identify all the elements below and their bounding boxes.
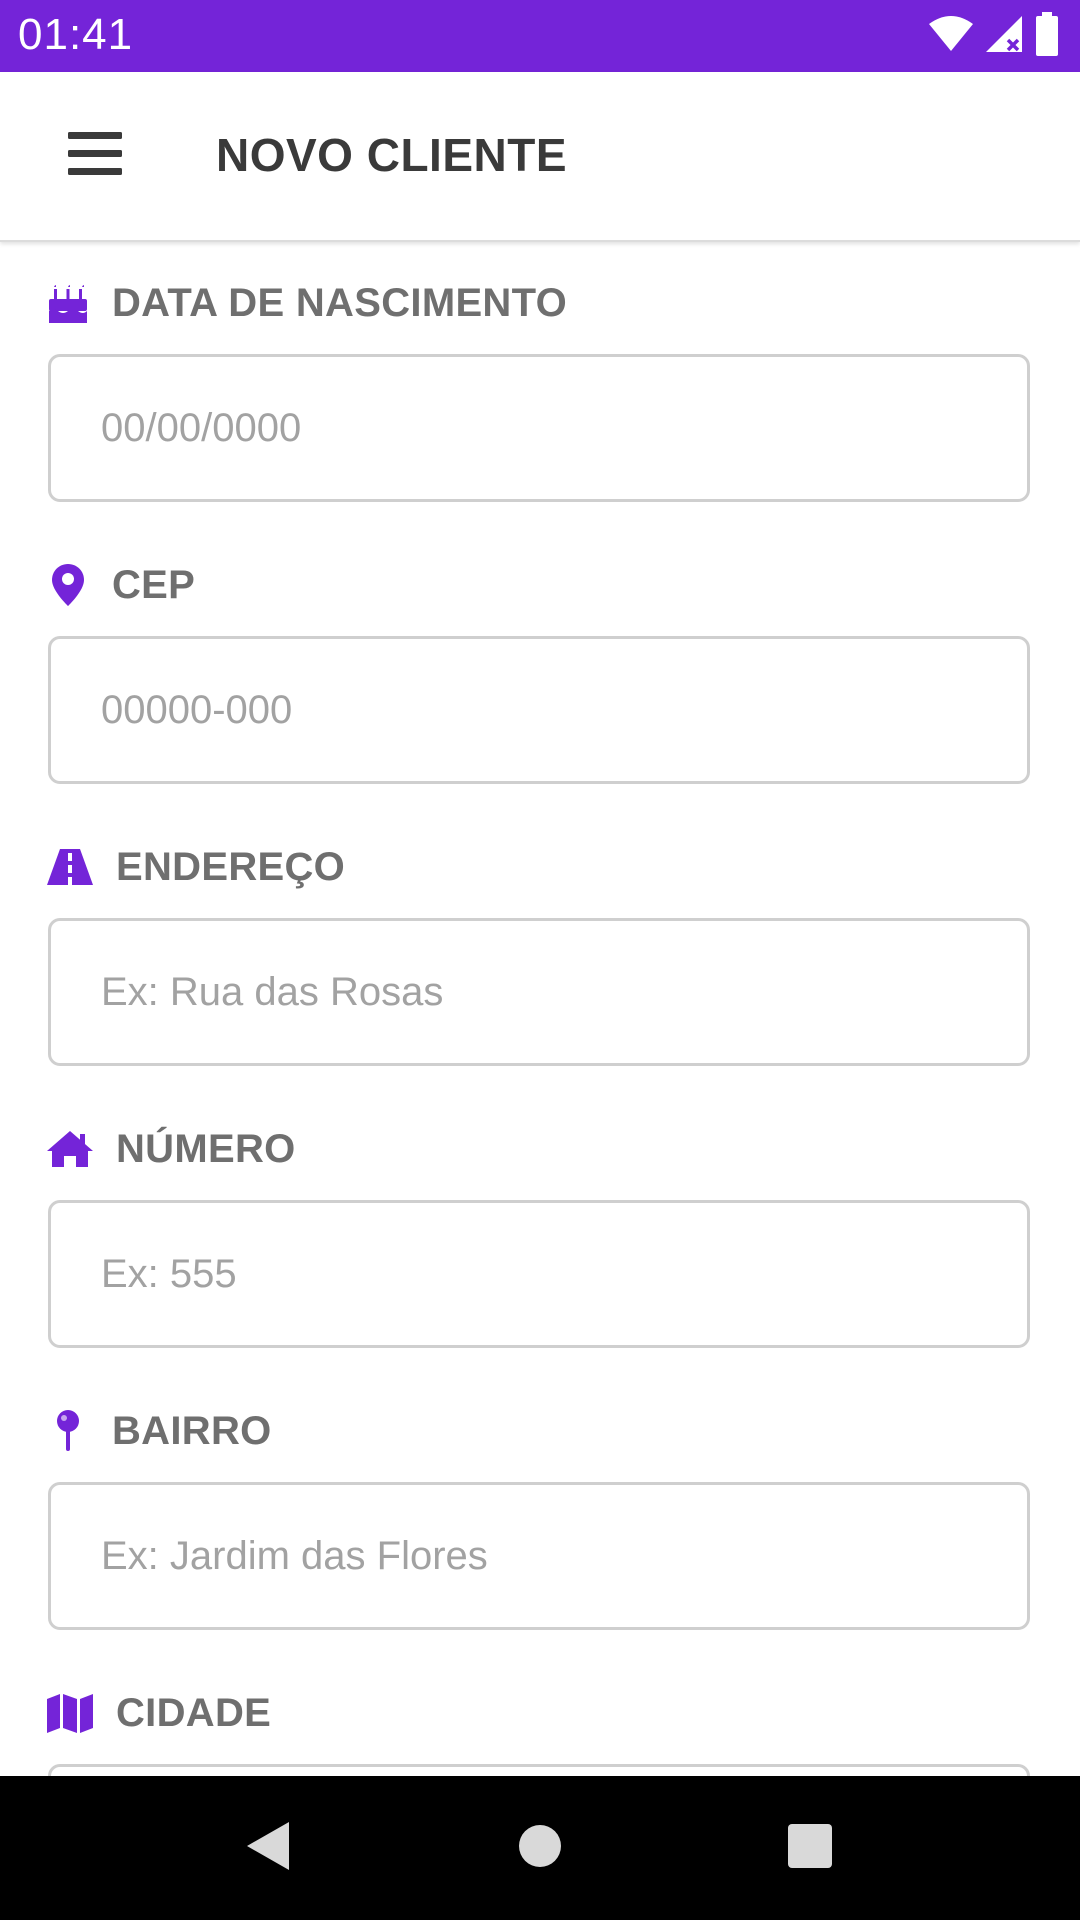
client-form: DATA DE NASCIMENTO CEP xyxy=(0,242,1080,1776)
status-bar: 01:41 xyxy=(0,0,1080,72)
city-field[interactable] xyxy=(48,1764,1030,1776)
battery-icon xyxy=(1034,11,1060,61)
hamburger-menu-icon[interactable] xyxy=(68,130,124,183)
cep-label: CEP xyxy=(46,555,195,615)
recents-icon[interactable] xyxy=(786,1822,834,1875)
nav-recents-button[interactable] xyxy=(780,1820,840,1876)
birthdate-field[interactable] xyxy=(48,354,1030,502)
page-title: NOVO CLIENTE xyxy=(216,129,568,181)
number-field[interactable] xyxy=(48,1200,1030,1348)
number-input[interactable] xyxy=(51,1203,1027,1345)
wifi-icon xyxy=(928,15,974,58)
address-input[interactable] xyxy=(51,921,1027,1063)
status-icons xyxy=(928,11,1060,61)
number-label-text: NÚMERO xyxy=(116,1126,296,1171)
number-label: NÚMERO xyxy=(46,1119,296,1179)
cep-input[interactable] xyxy=(51,639,1027,781)
neighborhood-label: BAIRRO xyxy=(46,1401,272,1461)
city-label-text: CIDADE xyxy=(116,1690,272,1735)
home-circle-icon[interactable] xyxy=(517,1823,563,1874)
back-icon[interactable] xyxy=(243,1820,293,1877)
city-label: CIDADE xyxy=(46,1683,271,1743)
birthdate-input[interactable] xyxy=(51,357,1027,499)
nav-home-button[interactable] xyxy=(510,1820,570,1876)
neighborhood-input[interactable] xyxy=(51,1485,1027,1627)
status-time: 01:41 xyxy=(18,10,134,59)
neighborhood-label-text: BAIRRO xyxy=(112,1408,272,1453)
address-label: ENDEREÇO xyxy=(46,837,345,897)
map-marker-icon xyxy=(46,563,90,607)
cep-field[interactable] xyxy=(48,636,1030,784)
neighborhood-field[interactable] xyxy=(48,1482,1030,1630)
birthday-cake-icon xyxy=(46,281,90,325)
address-field[interactable] xyxy=(48,918,1030,1066)
birthdate-label-text: DATA DE NASCIMENTO xyxy=(112,280,568,325)
city-input[interactable] xyxy=(51,1767,1027,1776)
cep-label-text: CEP xyxy=(112,562,196,607)
nav-back-button[interactable] xyxy=(238,1820,298,1876)
menu-button[interactable] xyxy=(68,124,148,188)
road-icon xyxy=(46,845,94,889)
birthdate-label: DATA DE NASCIMENTO xyxy=(46,273,567,333)
address-label-text: ENDEREÇO xyxy=(116,844,346,889)
app-bar: NOVO CLIENTE xyxy=(0,72,1080,242)
map-icon xyxy=(46,1691,94,1735)
home-icon xyxy=(46,1127,94,1171)
system-nav-bar xyxy=(0,1776,1080,1920)
map-pin-icon xyxy=(46,1409,90,1453)
signal-icon xyxy=(984,14,1024,59)
screen: 01:41 NOVO CLIENTE DATA DE NASCIMENTO 00… xyxy=(0,0,1080,1920)
